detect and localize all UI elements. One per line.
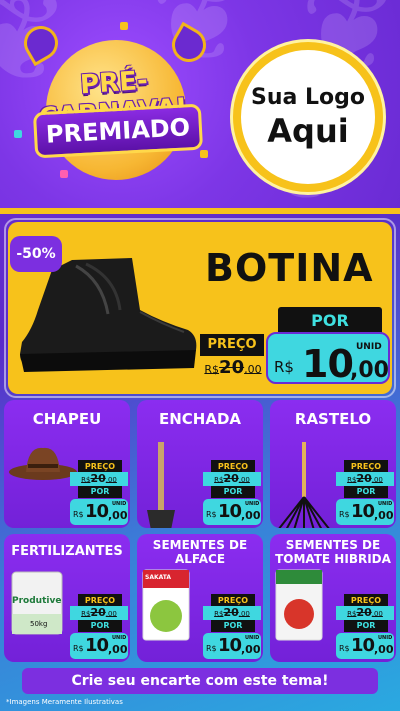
carnival-badge: PRÉ-CARNAVAL PREMIADO [10, 30, 220, 180]
currency: R$ [206, 510, 217, 519]
price-box: R$ 10 UNID ,00 [336, 633, 394, 659]
currency: R$ [339, 644, 350, 653]
hero-preco-label: PREÇO [200, 334, 264, 356]
price-box: R$ 10 UNID ,00 [70, 633, 128, 659]
old-price: R$20,00 [336, 472, 394, 486]
hero-price-dec: ,00 [350, 358, 389, 383]
product-title: FERTILIZANTES [11, 544, 123, 559]
product-title: ENCHADA [158, 410, 242, 428]
old-int: 20 [223, 606, 239, 619]
price-dec: ,00 [108, 643, 128, 656]
price-dec: ,00 [374, 509, 394, 522]
por-label: POR [211, 486, 255, 498]
old-int: 20 [356, 606, 372, 619]
logo-line2: Aqui [267, 111, 349, 150]
hero-currency: R$ [274, 358, 294, 376]
divider-strip [0, 208, 400, 214]
product-card[interactable]: ENCHADA PREÇO R$20,00 POR R$ 10 UNID ,00 [137, 400, 263, 528]
hero-old-price: R$20,00 [200, 357, 266, 378]
hero-unit: UNID [356, 342, 382, 352]
product-card[interactable]: CHAPEU PREÇO R$20,00 POR R$ 10 UNID ,00 [4, 400, 130, 528]
price-dec: ,00 [241, 509, 261, 522]
price-int: 10 [85, 635, 109, 656]
price-int: 10 [351, 501, 375, 522]
logo-placeholder[interactable]: Sua Logo Aqui [233, 42, 383, 192]
price-int: 10 [218, 501, 242, 522]
product-card[interactable]: SEMENTES DE TOMATE HIBRIDA PREÇO R$20,00 PO… [270, 534, 396, 662]
confetti-icon [120, 22, 128, 30]
logo-line1: Sua Logo [250, 84, 365, 110]
old-price: R$20,00 [336, 606, 394, 620]
old-price: R$20,00 [70, 472, 128, 486]
old-dec: ,00 [371, 476, 383, 484]
price-int: 10 [351, 635, 375, 656]
product-image [141, 442, 181, 528]
hero-price-int: 10 [302, 342, 354, 386]
old-int: 20 [223, 472, 239, 485]
badge-bottom-text: PREMIADO [32, 103, 204, 159]
old-int: 20 [90, 606, 106, 619]
old-dec: ,00 [238, 476, 250, 484]
por-label: POR [211, 620, 255, 632]
currency: R$ [339, 510, 350, 519]
product-image [274, 568, 324, 646]
product-card[interactable]: RASTELO PREÇO R$20,00 POR R$ 10 UNID ,00 [270, 400, 396, 528]
unit: UNID [378, 635, 393, 641]
currency: R$ [73, 644, 84, 653]
cta-banner[interactable]: Crie seu encarte com este tema! [22, 668, 378, 694]
pack-brand-text: Produtive [12, 596, 62, 606]
hero-price-box: R$ 10 UNID ,00 [266, 332, 390, 386]
unit: UNID [245, 635, 260, 641]
old-int: 20 [90, 472, 106, 485]
price-box: R$ 10 UNID ,00 [203, 499, 261, 525]
old-dec: ,00 [371, 610, 383, 618]
pack-weight-text: 50kg [30, 620, 48, 628]
unit: UNID [112, 501, 127, 507]
old-price: R$20,00 [203, 606, 261, 620]
product-card[interactable]: SEMENTES DE ALFACE PREÇO R$20,00 POR R$ 10 UNI… [137, 534, 263, 662]
hero-por-label: POR [278, 307, 382, 335]
product-title: SEMENTES DE ALFACE [152, 538, 248, 566]
unit: UNID [112, 635, 127, 641]
hero-product-title: BOTINA [205, 246, 374, 290]
price-box: R$ 10 UNID ,00 [70, 499, 128, 525]
por-label: POR [78, 486, 122, 498]
unit: UNID [245, 501, 260, 507]
product-card[interactable]: FERTILIZANTES PREÇO R$20,00 POR R$ 10 UNID ,00 P… [4, 534, 130, 662]
old-price: R$20,00 [203, 472, 261, 486]
hero-old-int: 20 [219, 357, 245, 378]
price-int: 10 [85, 501, 109, 522]
price-box: R$ 10 UNID ,00 [203, 633, 261, 659]
unit: UNID [378, 501, 393, 507]
price-dec: ,00 [241, 643, 261, 656]
header-banner: ❦ ❦ ❦ ❦ PRÉ-CARNAVAL PREMIADO Sua Logo A… [0, 0, 400, 210]
product-title: RASTELO [294, 410, 372, 428]
product-title: CHAPEU [32, 410, 102, 428]
disclaimer-text: *Imagens Meramente Ilustrativas [6, 698, 123, 706]
old-price: R$20,00 [70, 606, 128, 620]
discount-badge: -50% [10, 236, 62, 272]
currency: R$ [206, 644, 217, 653]
pack-brand-text: SAKATA [145, 574, 172, 581]
price-dec: ,00 [374, 643, 394, 656]
currency: R$ [73, 510, 84, 519]
hero-old-currency: R$ [204, 363, 220, 376]
old-dec: ,00 [238, 610, 250, 618]
hero-old-dec: ,00 [244, 363, 262, 376]
price-int: 10 [218, 635, 242, 656]
product-title: SEMENTES DE TOMATE HIBRIDA [275, 538, 391, 566]
old-dec: ,00 [105, 610, 117, 618]
product-image [274, 442, 334, 528]
product-image [8, 442, 78, 486]
old-int: 20 [356, 472, 372, 485]
price-dec: ,00 [108, 509, 128, 522]
price-box: R$ 10 UNID ,00 [336, 499, 394, 525]
por-label: POR [344, 620, 388, 632]
old-dec: ,00 [105, 476, 117, 484]
por-label: POR [344, 486, 388, 498]
por-label: POR [78, 620, 122, 632]
